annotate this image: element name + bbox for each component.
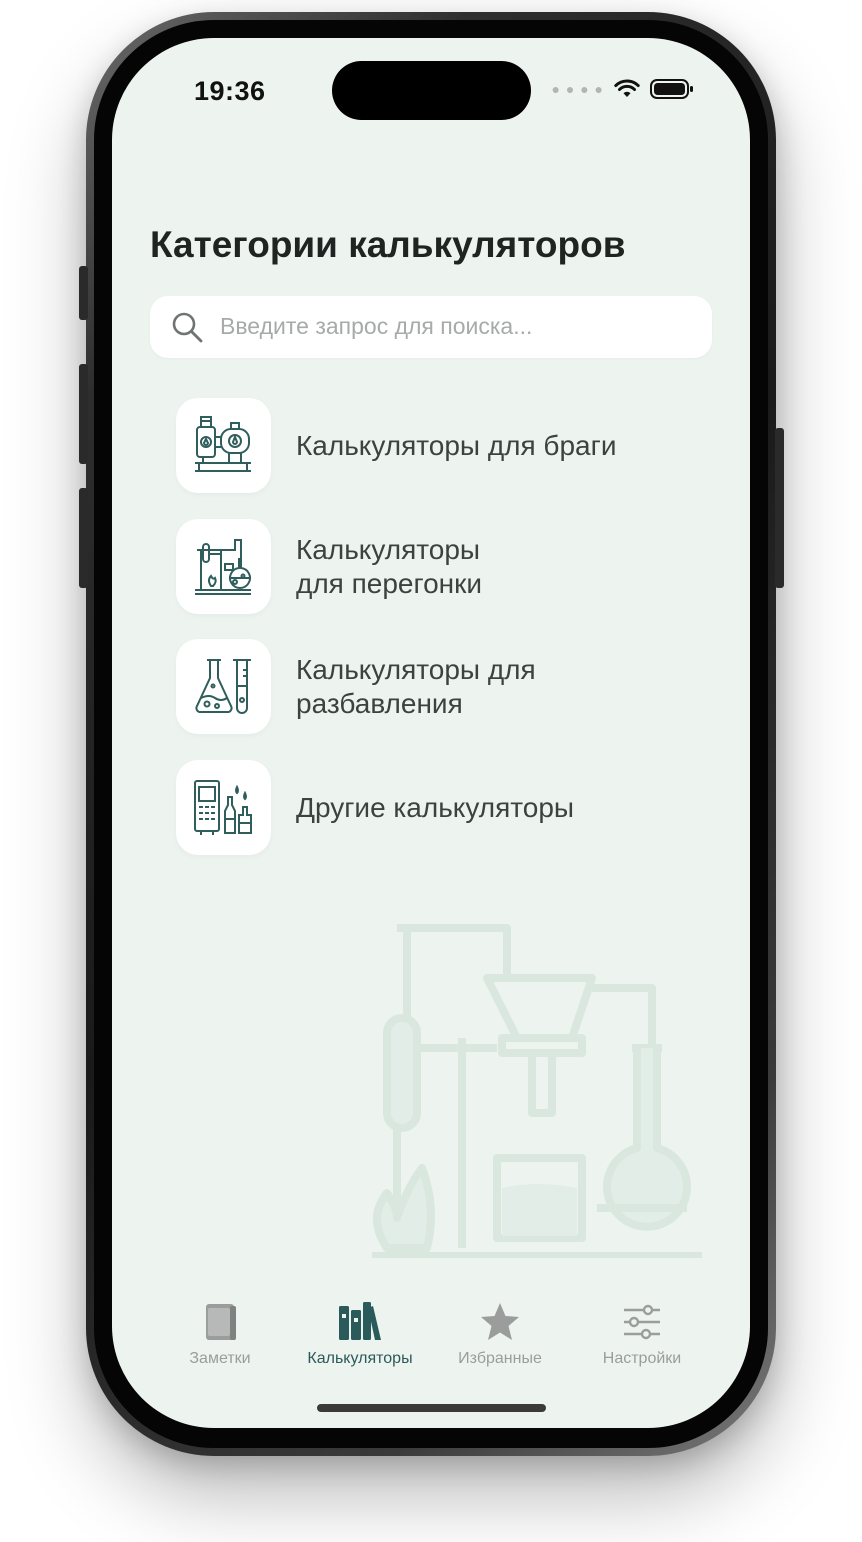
tab-label: Избранные	[458, 1350, 542, 1367]
page-title: Категории калькуляторов	[150, 224, 626, 265]
search-icon	[172, 312, 203, 343]
tab-favorites[interactable]: Избранные	[430, 1300, 570, 1368]
books-icon	[339, 1302, 381, 1340]
category-label: Другие калькуляторы	[296, 792, 575, 823]
distillation-apparatus-icon	[195, 539, 251, 595]
search-placeholder: Введите запрос для поиска...	[220, 313, 533, 339]
distillation-background-illustration	[372, 924, 702, 1258]
category-icon-container	[176, 398, 271, 493]
category-label-line2: разбавления	[296, 688, 463, 719]
tab-label: Настройки	[602, 1350, 682, 1367]
category-item-other[interactable]: Другие калькуляторы	[176, 760, 696, 856]
power-button	[775, 428, 784, 588]
volume-down-button	[79, 488, 88, 588]
tab-label: Калькуляторы	[307, 1350, 413, 1367]
category-item-distillation[interactable]: Калькуляторы для перегонки	[176, 519, 696, 615]
search-input[interactable]: Введите запрос для поиска...	[150, 296, 712, 358]
tab-calculators[interactable]: Калькуляторы	[290, 1300, 430, 1368]
tab-label: Заметки	[189, 1350, 251, 1367]
category-label-line1: Калькуляторы	[296, 534, 481, 565]
tab-settings[interactable]: Настройки	[572, 1300, 712, 1368]
wifi-icon	[614, 79, 640, 97]
signal-icon: ● ● ● ●	[551, 81, 604, 97]
app-screen: 19:36 ● ● ● ● Категории калькуляторов Вв…	[112, 38, 750, 1428]
home-indicator[interactable]	[317, 1404, 546, 1412]
volume-up-button	[79, 364, 88, 464]
battery-icon	[650, 79, 693, 99]
category-item-dilution[interactable]: Калькуляторы для разбавления	[176, 639, 696, 735]
lab-flasks-icon	[195, 659, 251, 714]
sliders-icon	[624, 1304, 660, 1340]
category-icon-container	[176, 519, 271, 614]
dynamic-island	[332, 61, 531, 120]
notebook-icon	[206, 1304, 236, 1340]
action-button	[79, 266, 88, 320]
tab-bar: Заметки Калькуляторы Избранные Настройки	[112, 1300, 750, 1380]
category-label-line2: для перегонки	[296, 568, 483, 599]
category-label-line1: Калькуляторы для	[296, 654, 536, 685]
category-label: Калькуляторы для браги	[296, 430, 617, 461]
tab-notes[interactable]: Заметки	[150, 1300, 290, 1368]
status-indicators: ● ● ● ●	[552, 78, 695, 100]
category-icon-container	[176, 639, 271, 734]
category-item-braga[interactable]: Калькуляторы для браги	[176, 398, 696, 494]
status-time: 19:36	[194, 76, 266, 106]
category-icon-container	[176, 760, 271, 855]
brewing-equipment-icon	[195, 416, 251, 472]
star-icon	[481, 1303, 519, 1340]
meter-and-bottles-icon	[194, 780, 252, 835]
